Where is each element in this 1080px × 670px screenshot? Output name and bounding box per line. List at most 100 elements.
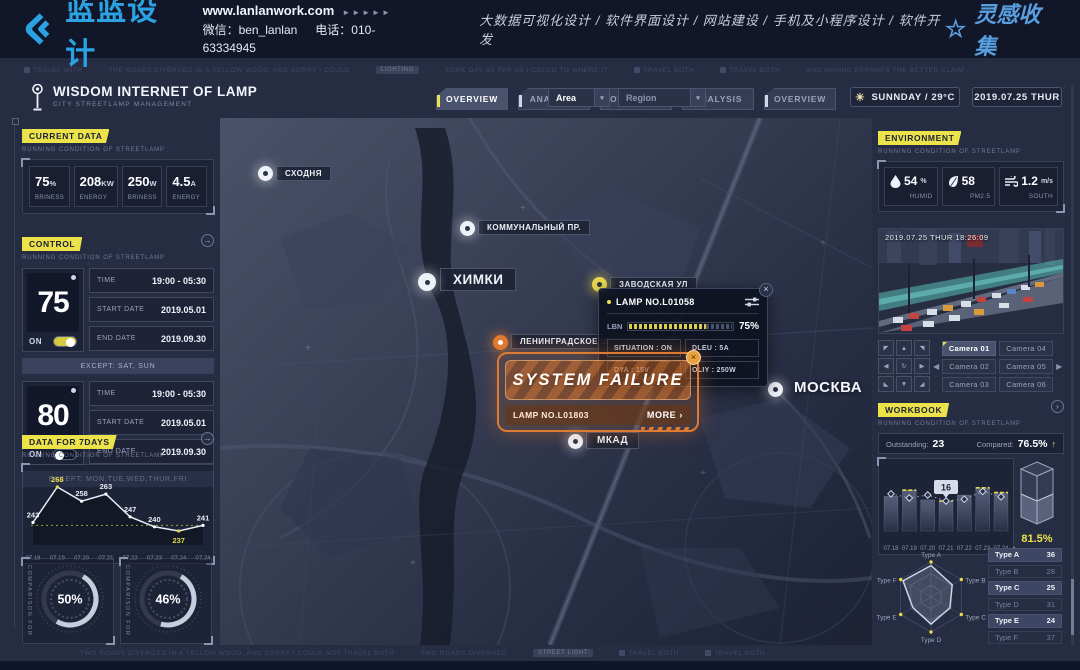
- svg-text:Type F: Type F: [877, 578, 897, 585]
- lamp-pin-mkad[interactable]: [568, 434, 583, 449]
- stat-tile-briness: 75%BRINESS: [29, 166, 70, 207]
- compared-value: 76.5%: [1018, 438, 1048, 450]
- pan-down-left-button[interactable]: ◣: [878, 376, 894, 392]
- brand-logo[interactable]: 蓝蓝设计: [20, 0, 187, 73]
- panel-chevron-button[interactable]: ›: [1051, 400, 1064, 413]
- decor-text: TWO ROADS DIVERGED: [420, 650, 507, 657]
- video-timestamp: 2019.07.25 THUR 18:26:09: [885, 233, 989, 242]
- pan-right-button[interactable]: ▶: [914, 358, 930, 374]
- camera-list: Camera 01 Camera 04 Camera 02 Camera 05 …: [942, 341, 1053, 392]
- camera-button-02[interactable]: Camera 02: [942, 359, 996, 374]
- lanlan-logo-icon: [20, 11, 57, 47]
- lamp-pin-leningradskoe[interactable]: [493, 335, 508, 350]
- brand-name: 蓝蓝设计: [65, 0, 186, 73]
- svg-text:237: 237: [172, 536, 185, 545]
- sliders-icon[interactable]: [745, 297, 759, 307]
- site-url[interactable]: www.lanlanwork.com: [203, 3, 335, 18]
- stat-tile-energy: 208KWENERGY: [74, 166, 118, 207]
- app-title-block: WISDOM INTERNET OF LAMP CITY STREETLAMP …: [30, 84, 257, 112]
- control-group-1: 75 ON TIME19:00 - 05:30 START DATE2019.0…: [22, 268, 214, 352]
- type-row-b[interactable]: Type B28: [988, 565, 1062, 579]
- gauge-label: COMPARISON FOR: [26, 565, 32, 636]
- bulb-dot-icon: [71, 275, 76, 280]
- chevron-down-icon: ▾: [594, 89, 609, 106]
- decor-text: TRAVEL BOTH: [634, 67, 694, 74]
- more-button[interactable]: MORE ›: [647, 410, 683, 420]
- collect-label: 灵感收集: [974, 0, 1060, 61]
- gauge-label: COMPARISON FOR: [124, 565, 130, 636]
- current-data-subtitle: RUNNING CONDITION OF STREETLAMP: [22, 147, 214, 153]
- svg-text:Type E: Type E: [876, 615, 897, 622]
- pan-down-button[interactable]: ▼: [896, 376, 912, 392]
- area-select[interactable]: Area▾: [548, 88, 610, 107]
- map-cross-decor: +: [410, 558, 416, 569]
- type-row-c[interactable]: Type C25: [988, 581, 1062, 595]
- close-icon[interactable]: ×: [686, 350, 701, 365]
- lbn-progress-bar[interactable]: [627, 322, 734, 331]
- workbook-stats: Outstanding:23 Compared:76.5%↑: [878, 433, 1064, 454]
- lamp-pin-shodnya[interactable]: [258, 166, 273, 181]
- type-row-d[interactable]: Type D31: [988, 598, 1062, 612]
- svg-text:240: 240: [148, 515, 161, 524]
- camera-video-feed[interactable]: 2019.07.25 THUR 18:26:09: [878, 228, 1064, 334]
- lamp-popup-title: LAMP NO.L01058: [616, 297, 740, 307]
- type-row-a[interactable]: Type A36: [988, 548, 1062, 562]
- lamp-pin-kommunalny[interactable]: [460, 221, 475, 236]
- panel-arrow-button[interactable]: →: [201, 432, 214, 445]
- tab-overview-3[interactable]: OVERVIEW: [764, 88, 836, 110]
- pan-down-right-button[interactable]: ◢: [914, 376, 930, 392]
- camera-list-next-icon[interactable]: ▶: [1056, 362, 1062, 371]
- pan-up-right-button[interactable]: ◥: [914, 340, 930, 356]
- lamp-pin-khimki[interactable]: [418, 273, 436, 291]
- tab-overview-1[interactable]: OVERVIEW: [436, 88, 508, 110]
- panel-arrow-button[interactable]: →: [201, 234, 214, 247]
- close-icon[interactable]: ×: [759, 283, 773, 297]
- lamp-pin-moskva[interactable]: [768, 382, 783, 397]
- except-bar-1: EXCEPT: SAT, SUN: [22, 358, 214, 374]
- type-row-f[interactable]: Type F37: [988, 631, 1062, 645]
- svg-text:241: 241: [197, 513, 210, 522]
- comparison-gauge-2: COMPARISON FOR 46%: [120, 558, 212, 644]
- pan-left-button[interactable]: ◀: [878, 358, 894, 374]
- current-data-badge: CURRENT DATA: [22, 129, 109, 143]
- sun-icon: ☀: [855, 91, 865, 104]
- region-select[interactable]: Region▾: [618, 88, 706, 107]
- workbook-bar-chart: 07.1807.1907.2007.2107.2207.2307.2416: [878, 458, 1014, 555]
- vertical-scrollbar[interactable]: [1071, 85, 1074, 645]
- camera-button-03[interactable]: Camera 03: [942, 377, 996, 392]
- seven-days-chart: 24307.1826807.1925807.2026307.2124707.22…: [22, 464, 214, 564]
- schedule-toggle-1[interactable]: [53, 336, 77, 347]
- weather-chip: ☀ SUNNDAY / 29°C: [850, 87, 960, 107]
- decor-text: TRAVEL BOTH: [720, 67, 780, 74]
- inspiration-collect[interactable]: ☆ 灵感收集: [945, 0, 1060, 61]
- camera-list-prev-icon[interactable]: ◀: [933, 362, 939, 371]
- reset-view-button[interactable]: ↻: [896, 358, 912, 374]
- pan-up-left-button[interactable]: ◤: [878, 340, 894, 356]
- seven-days-panel: DATA FOR 7DAYS RUNNING CONDITION OF STRE…: [22, 432, 214, 564]
- donut-gauge: 46%: [131, 562, 205, 641]
- map-cross-decor: +: [820, 238, 826, 249]
- radar-chart: Type AType BType CType DType EType F: [876, 546, 986, 648]
- weather-text: SUNNDAY / 29°C: [871, 92, 954, 103]
- camera-button-01[interactable]: Camera 01: [942, 341, 996, 356]
- start-date-row: START DATE2019.05.01: [89, 297, 214, 322]
- camera-button-05[interactable]: Camera 05: [999, 359, 1053, 374]
- brightness-box-1: 75 ON: [22, 268, 84, 352]
- camera-button-06[interactable]: Camera 06: [999, 377, 1053, 392]
- system-failure-popup: × SYSTEM FAILURE LAMP NO.L01803 MORE ›: [497, 352, 699, 432]
- chevron-right-icon: ›: [679, 410, 683, 420]
- failure-lamp-id: LAMP NO.L01803: [513, 410, 589, 420]
- workbook-badge: WORKBOOK: [878, 403, 949, 417]
- stat-tile-amp: 4.5AENERGY: [166, 166, 207, 207]
- wind-icon: [1005, 176, 1018, 187]
- camera-button-04[interactable]: Camera 04: [999, 341, 1053, 356]
- type-list: Type A36 Type B28 Type C25 Type D31 Type…: [988, 548, 1062, 644]
- current-data-tiles: 75%BRINESS 208KWENERGY 250WBRINESS 4.5AE…: [22, 159, 214, 214]
- pan-up-button[interactable]: ▲: [896, 340, 912, 356]
- control-subtitle: RUNNING CONDITION OF STREETLAMP: [22, 255, 165, 261]
- svg-text:Type B: Type B: [965, 578, 985, 585]
- type-row-e[interactable]: Type E24: [988, 614, 1062, 628]
- star-icon: ☆: [945, 15, 967, 44]
- control-badge: CONTROL: [22, 237, 82, 251]
- lbn-label: LBN: [607, 322, 622, 331]
